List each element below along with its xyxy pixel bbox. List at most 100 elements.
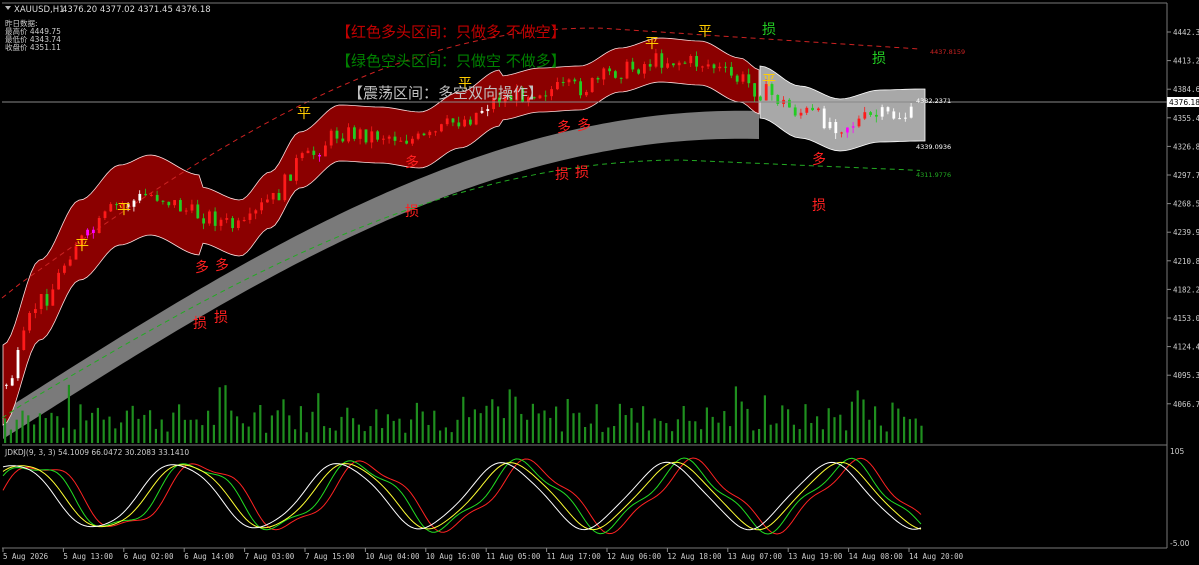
candle-body xyxy=(747,74,751,84)
candle-body xyxy=(399,140,403,142)
candle-body xyxy=(63,265,66,273)
candle-body xyxy=(370,131,374,143)
volume-bar xyxy=(607,427,610,443)
price-tick-label: 4442.35 xyxy=(1173,28,1199,37)
candle-body xyxy=(544,95,548,97)
time-tick-label: 7 Aug 03:00 xyxy=(245,552,295,561)
candle-body xyxy=(300,153,304,159)
volume-bar xyxy=(526,419,529,443)
candle-body xyxy=(683,62,687,64)
current-price-label: 4376.18 xyxy=(1169,98,1199,107)
candle-body xyxy=(28,313,31,331)
candle-body xyxy=(898,118,901,120)
candle-body xyxy=(138,193,142,201)
volume-bar xyxy=(868,419,871,443)
candle-body xyxy=(480,110,484,113)
price-tick-label: 4355.45 xyxy=(1173,114,1199,123)
candle-body xyxy=(869,112,872,115)
volume-bar xyxy=(294,429,297,443)
candle-body xyxy=(840,132,843,134)
candle-body xyxy=(225,218,229,220)
candle-body xyxy=(179,200,182,212)
volume-bar xyxy=(433,410,436,443)
candle-body xyxy=(190,204,194,211)
candle-body xyxy=(463,119,466,127)
volume-bar xyxy=(920,425,923,443)
volume-bar xyxy=(479,413,482,443)
candle-body xyxy=(602,68,606,80)
volume-bar xyxy=(787,409,790,443)
volume-bar xyxy=(613,426,616,443)
candle-body xyxy=(886,107,890,112)
volume-bar xyxy=(9,429,12,443)
volume-bar xyxy=(560,431,563,443)
candle-body xyxy=(811,107,814,111)
volume-bar xyxy=(317,393,320,443)
candle-body xyxy=(277,192,281,201)
candle-body xyxy=(353,127,356,139)
candle-body xyxy=(208,211,211,224)
volume-bar xyxy=(38,413,41,443)
candle-body xyxy=(776,94,780,104)
candle-body xyxy=(92,229,95,234)
candle-body xyxy=(643,64,646,74)
volume-bar xyxy=(427,424,430,443)
candle-body xyxy=(202,218,205,224)
volume-bar xyxy=(821,429,824,443)
candle-body xyxy=(22,330,26,350)
volume-bar xyxy=(903,416,906,443)
signal-label-sun: 损 xyxy=(872,51,886,67)
candle-body xyxy=(393,136,397,141)
volume-bar xyxy=(833,417,836,443)
volume-bar xyxy=(62,427,65,443)
volume-bar xyxy=(839,414,842,443)
volume-bar xyxy=(682,405,685,443)
volume-bar xyxy=(456,419,459,443)
volume-bar xyxy=(769,424,772,443)
candle-body xyxy=(793,107,797,116)
candle-body xyxy=(144,193,147,196)
volume-bar xyxy=(804,404,807,443)
candle-body xyxy=(318,154,321,157)
volume-bar xyxy=(108,416,111,443)
volume-bar xyxy=(311,411,314,443)
candle-body xyxy=(329,130,333,146)
volume-bar xyxy=(473,409,476,443)
price-tick-label: 4297.70 xyxy=(1173,171,1199,180)
indicator-axis-top: 105 xyxy=(1170,447,1185,456)
candle-body xyxy=(387,136,391,139)
volume-bar xyxy=(4,418,7,443)
chart-title: XAUUSD,H1 4376.20 4377.02 4371.45 4376.1… xyxy=(5,5,211,15)
volume-bar xyxy=(189,419,192,443)
candle-body xyxy=(805,107,809,113)
volume-bar xyxy=(172,412,175,443)
volume-bar xyxy=(897,408,900,443)
signal-label-ping: 平 xyxy=(75,238,89,254)
candle-body xyxy=(103,211,107,218)
level-label: 4339.0936 xyxy=(916,143,951,151)
candle-body xyxy=(730,66,733,76)
volume-bar xyxy=(514,396,517,443)
volume-bar xyxy=(642,406,645,443)
candle-body xyxy=(312,150,316,155)
candle-body xyxy=(718,66,722,69)
candle-body xyxy=(585,91,588,96)
price-chart[interactable]: 平平平平平平平多 多多多 多多损 损损损 损损损损 XAUUSD,H1 4376.20 … xyxy=(0,0,1199,565)
time-tick-label: 12 Aug 06:00 xyxy=(607,552,662,561)
volume-bar xyxy=(166,431,169,443)
volume-bar xyxy=(705,407,708,443)
volume-bar xyxy=(346,407,349,443)
volume-bar xyxy=(647,430,650,443)
chart-window[interactable]: 平平平平平平平多多多多多多损损损损损损损损 XAUUSD,H1 4376.20 … xyxy=(0,0,1199,565)
volume-bar xyxy=(584,426,587,443)
candle-body xyxy=(608,68,611,72)
volume-bar xyxy=(415,402,418,443)
volume-bar xyxy=(265,432,268,443)
candle-body xyxy=(10,378,14,386)
volume-bar xyxy=(688,420,691,443)
candle-body xyxy=(260,202,263,211)
candle-body xyxy=(289,174,292,181)
indicator-label: JDKDJ(9, 3, 3) 54.1009 66.0472 30.2083 3… xyxy=(4,448,189,457)
candle-body xyxy=(231,218,234,229)
volume-bar xyxy=(676,419,679,443)
